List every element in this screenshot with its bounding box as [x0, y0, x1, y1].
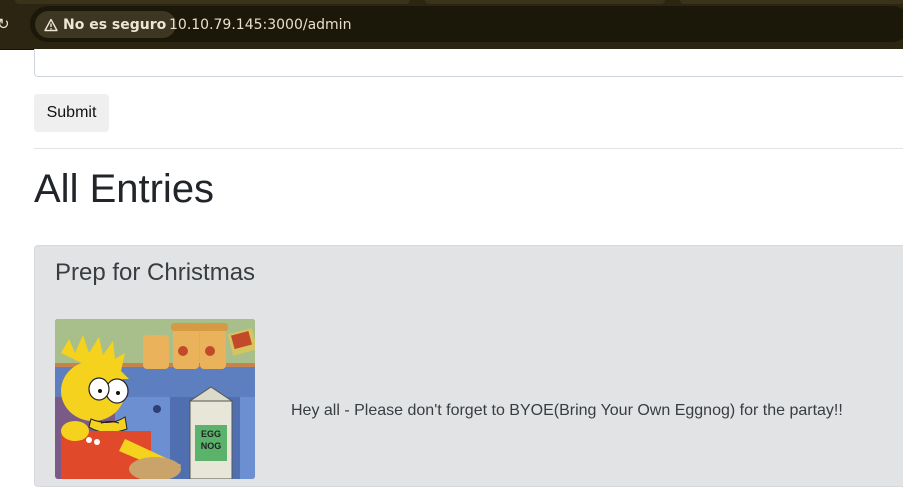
entry-textarea[interactable]	[34, 49, 903, 77]
browser-tab[interactable]	[15, 0, 410, 4]
browser-toolbar: ↻ No es seguro 10.10.79.145:3000/admin	[0, 0, 903, 50]
cartoon-illustration: EGG NOG	[55, 319, 255, 479]
entry-image: EGG NOG	[55, 319, 255, 479]
security-label: No es seguro	[63, 16, 167, 33]
warning-icon	[44, 18, 58, 31]
svg-text:NOG: NOG	[201, 441, 222, 451]
entry-body: Hey all - Please don't forget to BYOE(Br…	[291, 402, 843, 419]
page-title: All Entries	[34, 167, 215, 211]
reload-icon[interactable]: ↻	[0, 14, 15, 34]
entry-card: Prep for Christmas EGG NOG Hey all - Ple…	[34, 245, 903, 487]
url-text[interactable]: 10.10.79.145:3000/admin	[169, 16, 351, 34]
browser-tab[interactable]	[425, 0, 665, 4]
entry-title: Prep for Christmas	[55, 259, 256, 286]
browser-tab[interactable]	[680, 0, 903, 4]
submit-button[interactable]: Submit	[34, 94, 109, 132]
divider	[34, 148, 903, 149]
svg-text:EGG: EGG	[201, 429, 221, 439]
security-indicator[interactable]: No es seguro	[35, 11, 177, 38]
